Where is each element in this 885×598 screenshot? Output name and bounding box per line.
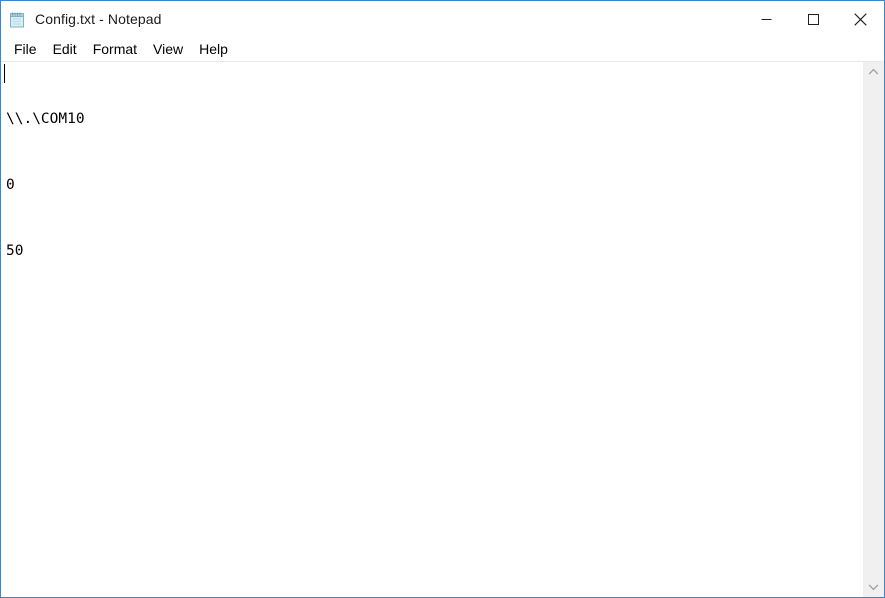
title-bar[interactable]: Config.txt - Notepad	[1, 1, 884, 37]
text-line: \\.\COM10	[6, 111, 85, 127]
menu-item-format[interactable]: Format	[85, 39, 145, 60]
menu-item-help[interactable]: Help	[191, 39, 236, 60]
chevron-down-icon	[868, 583, 879, 591]
scroll-up-button[interactable]	[863, 62, 884, 82]
menu-item-view[interactable]: View	[145, 39, 191, 60]
text-caret	[4, 64, 5, 83]
window-title: Config.txt - Notepad	[35, 11, 162, 27]
minimize-icon	[761, 14, 772, 25]
vertical-scrollbar[interactable]	[862, 62, 884, 597]
menu-item-edit[interactable]: Edit	[45, 39, 85, 60]
notepad-icon	[8, 11, 26, 29]
scroll-down-button[interactable]	[863, 577, 884, 597]
editor-region: \\.\COM10 0 50	[1, 62, 884, 597]
minimize-button[interactable]	[743, 1, 790, 37]
menu-item-file[interactable]: File	[6, 39, 45, 60]
notepad-window: Config.txt - Notepad File Edit Format Vi…	[0, 0, 885, 598]
chevron-up-icon	[868, 68, 879, 76]
window-controls	[743, 1, 884, 37]
text-line: 0	[6, 177, 15, 193]
close-icon	[854, 12, 867, 26]
text-editor[interactable]: \\.\COM10 0 50	[1, 62, 862, 597]
text-content: \\.\COM10 0 50	[2, 63, 862, 306]
scrollbar-track[interactable]	[863, 82, 884, 577]
title-bar-left: Config.txt - Notepad	[1, 10, 743, 29]
menu-bar: File Edit Format View Help	[1, 37, 884, 62]
maximize-button[interactable]	[790, 1, 837, 37]
maximize-icon	[808, 13, 819, 25]
text-line: 50	[6, 243, 24, 259]
close-button[interactable]	[837, 1, 884, 37]
